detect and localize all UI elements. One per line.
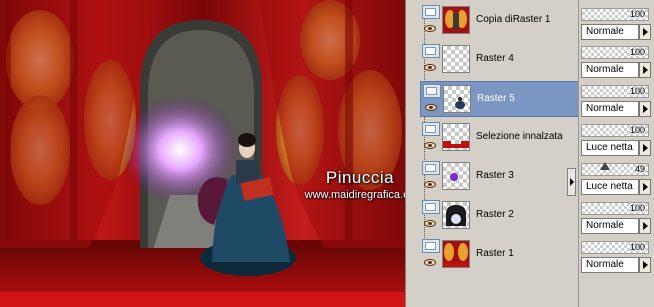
layer-props-copia-raster-1: 100 Normale [581, 8, 653, 44]
layer-type-icon [422, 44, 440, 58]
blend-dropdown-arrow-icon[interactable] [639, 101, 651, 117]
opacity-value: 49 [634, 164, 645, 174]
visibility-eye-icon[interactable] [424, 142, 436, 149]
layer-type-icon [422, 5, 440, 19]
layer-row-raster-1[interactable]: Raster 1 [420, 237, 581, 273]
layer-row-copia-raster-1[interactable]: Copia diRaster 1 [420, 3, 581, 39]
visibility-eye-icon[interactable] [424, 181, 436, 188]
layer-props-raster-3: 49 Luce netta [581, 162, 653, 199]
opacity-value: 100 [629, 86, 645, 96]
blend-dropdown-arrow-icon[interactable] [639, 179, 651, 195]
opacity-slider[interactable]: 100 [581, 8, 649, 21]
blend-mode-select[interactable]: Normale [581, 257, 639, 273]
layer-type-icon [422, 161, 440, 175]
layer-name: Raster 4 [476, 53, 514, 64]
layer-row-raster-5[interactable]: Raster 5 [420, 81, 581, 117]
visibility-eye-icon[interactable] [424, 64, 436, 71]
layer-type-icon [422, 122, 440, 136]
artwork [0, 0, 405, 307]
opacity-slider[interactable]: 100 [581, 202, 649, 215]
layer-type-icon [422, 239, 440, 253]
image-canvas[interactable]: Pinuccia www.maidiregrafica.eu [0, 0, 405, 307]
visibility-eye-icon[interactable] [424, 25, 436, 32]
layer-thumbnail [442, 201, 470, 229]
blend-dropdown-arrow-icon[interactable] [639, 218, 651, 234]
opacity-slider[interactable]: 100 [581, 85, 649, 98]
visibility-eye-icon[interactable] [425, 104, 437, 111]
watermark: Pinuccia www.maidiregrafica.eu [300, 168, 405, 201]
layer-properties-column: 100 Normale 100 Normale 100 Normale 100 … [578, 0, 654, 307]
watermark-name: Pinuccia [325, 168, 395, 187]
opacity-value: 100 [629, 47, 645, 57]
layer-thumbnail [443, 85, 471, 113]
layer-props-selezione-innalzata: 100 Luce netta [581, 124, 653, 160]
blend-mode-select[interactable]: Luce netta [581, 140, 639, 156]
layer-type-icon [423, 84, 441, 98]
layer-thumbnail [442, 240, 470, 268]
layer-props-raster-1: 100 Normale [581, 241, 653, 277]
blend-dropdown-arrow-icon[interactable] [639, 24, 651, 40]
canvas-divider[interactable] [405, 0, 412, 307]
layer-thumbnail [442, 162, 470, 190]
opacity-value: 100 [629, 203, 645, 213]
layer-row-raster-2[interactable]: Raster 2 [420, 198, 581, 234]
layer-row-raster-4[interactable]: Raster 4 [420, 42, 581, 78]
layer-thumbnail [442, 123, 470, 151]
layer-name: Raster 1 [476, 248, 514, 259]
layer-thumbnail [442, 6, 470, 34]
visibility-eye-icon[interactable] [424, 259, 436, 266]
blend-mode-select[interactable]: Normale [581, 218, 639, 234]
blend-mode-select[interactable]: Normale [581, 24, 639, 40]
blend-dropdown-arrow-icon[interactable] [639, 62, 651, 78]
opacity-slider[interactable]: 100 [581, 46, 649, 59]
layer-name: Raster 5 [477, 93, 515, 104]
opacity-slider[interactable]: 49 [581, 162, 649, 176]
blend-mode-select[interactable]: Normale [581, 62, 639, 78]
opacity-slider-handle[interactable] [599, 162, 610, 170]
layer-name: Raster 3 [476, 170, 514, 181]
opacity-slider[interactable]: 100 [581, 124, 649, 137]
layer-type-icon [422, 200, 440, 214]
visibility-eye-icon[interactable] [424, 220, 436, 227]
watermark-site: www.maidiregrafica.eu [304, 189, 405, 201]
layer-props-raster-2: 100 Normale [581, 202, 653, 238]
layer-thumbnail [442, 45, 470, 73]
layer-props-raster-5: 100 Normale [581, 85, 653, 121]
blend-mode-select[interactable]: Luce netta [581, 179, 639, 195]
blend-mode-select[interactable]: Normale [581, 101, 639, 117]
blend-dropdown-arrow-icon[interactable] [639, 257, 651, 273]
layer-name: Raster 2 [476, 209, 514, 220]
collapse-panel-arrow-icon[interactable] [567, 168, 576, 196]
blend-dropdown-arrow-icon[interactable] [639, 140, 651, 156]
layer-row-selezione-innalzata[interactable]: Selezione innalzata [420, 120, 581, 156]
layer-name: Copia diRaster 1 [476, 14, 551, 25]
opacity-value: 100 [629, 242, 645, 252]
opacity-slider[interactable]: 100 [581, 241, 649, 254]
layer-name: Selezione innalzata [476, 131, 563, 142]
layer-row-raster-3[interactable]: Raster 3 [420, 159, 581, 195]
opacity-value: 100 [629, 9, 645, 19]
opacity-value: 100 [629, 125, 645, 135]
layer-props-raster-4: 100 Normale [581, 46, 653, 82]
